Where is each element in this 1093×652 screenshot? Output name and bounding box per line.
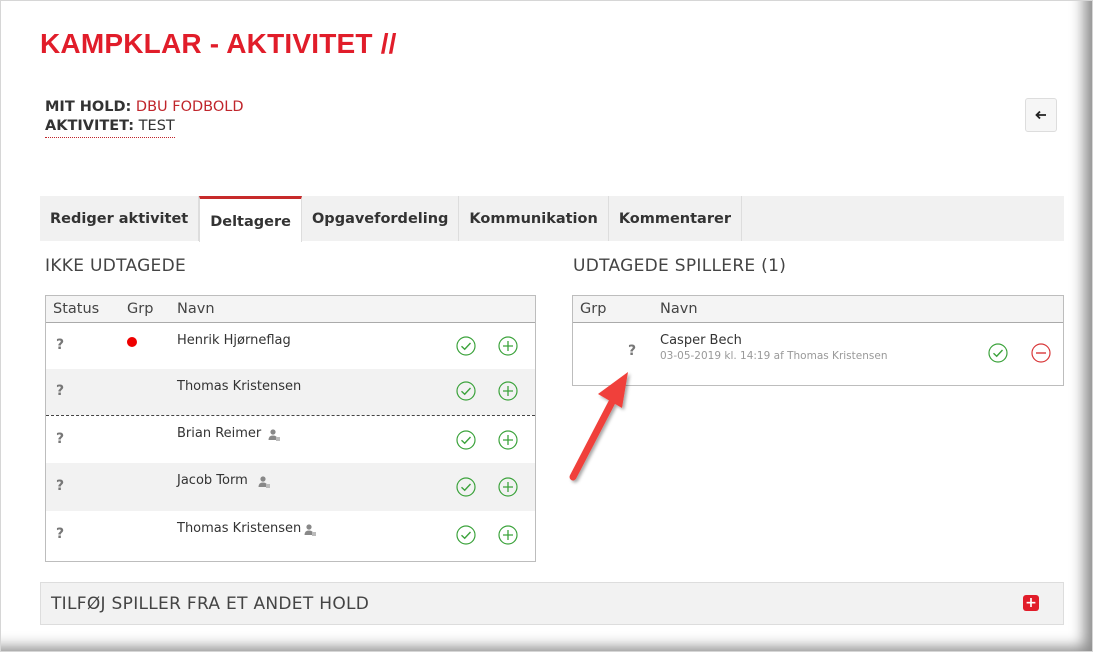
activity-info-row: AKTIVITET: TEST <box>45 117 175 138</box>
player-name: Casper Bech <box>660 333 742 348</box>
check-circle-icon[interactable] <box>456 336 476 356</box>
table-row: ? Thomas Kristensen <box>46 511 535 559</box>
player-name: Thomas Kristensen <box>177 521 302 536</box>
status-unknown-icon: ? <box>56 526 65 542</box>
player-name: Brian Reimer <box>177 426 262 441</box>
back-button[interactable] <box>1025 98 1057 132</box>
team-info-row: MIT HOLD: DBU FODBOLD <box>45 98 244 117</box>
not-selected-title: IKKE UDTAGEDE <box>45 256 187 276</box>
status-unknown-icon: ? <box>56 337 65 353</box>
activity-label: AKTIVITET: <box>45 118 135 134</box>
status-unknown-icon: ? <box>628 343 637 359</box>
tab-participants[interactable]: Deltagere <box>199 196 302 242</box>
status-column-header: Status <box>53 301 100 317</box>
add-circle-icon[interactable] <box>498 477 518 497</box>
team-value[interactable]: DBU FODBOLD <box>136 99 244 115</box>
tab-communication[interactable]: Kommunikation <box>459 196 609 241</box>
team-label: MIT HOLD: <box>45 99 132 115</box>
player-name: Jacob Torm <box>177 473 248 488</box>
player-name: Henrik Hjørneflag <box>177 333 291 348</box>
status-unknown-icon: ? <box>56 431 65 447</box>
player-name: Thomas Kristensen <box>177 379 302 394</box>
add-circle-icon[interactable] <box>498 381 518 401</box>
grp-column-header: Grp <box>127 301 154 317</box>
person-group-icon <box>304 524 316 536</box>
status-unknown-icon: ? <box>56 383 65 399</box>
activity-value: TEST <box>138 118 175 134</box>
add-circle-icon[interactable] <box>498 525 518 545</box>
annotation-arrow <box>569 372 628 481</box>
selection-timestamp: 03-05-2019 kl. 14:19 af Thomas Kristense… <box>660 350 888 362</box>
check-circle-icon[interactable] <box>456 381 476 401</box>
red-dot-icon <box>127 337 137 347</box>
tab-task-distribution[interactable]: Opgavefordeling <box>302 196 460 241</box>
selected-players-title: UDTAGEDE SPILLERE (1) <box>573 256 787 276</box>
add-circle-icon[interactable] <box>498 336 518 356</box>
name-column-header: Navn <box>660 301 698 317</box>
name-column-header: Navn <box>177 301 215 317</box>
selected-players-table: Grp Navn ? Casper Bech 03-05-2019 kl. 14… <box>572 295 1064 386</box>
check-circle-icon[interactable] <box>456 525 476 545</box>
table-row: ? Jacob Torm <box>46 463 535 511</box>
table-row: ? Thomas Kristensen <box>46 369 535 415</box>
remove-circle-icon[interactable] <box>1031 343 1051 363</box>
not-selected-table: Status Grp Navn ? Henrik Hjørneflag ? Th… <box>45 295 536 562</box>
add-circle-icon[interactable] <box>498 430 518 450</box>
plus-icon[interactable]: + <box>1023 595 1039 611</box>
add-player-label: TILFØJ SPILLER FRA ET ANDET HOLD <box>51 593 370 614</box>
table-header: Status Grp Navn <box>46 296 535 323</box>
person-group-icon <box>258 476 270 488</box>
table-row: ? Casper Bech 03-05-2019 kl. 14:19 af Th… <box>573 323 1063 385</box>
table-row: ? Henrik Hjørneflag <box>46 323 535 369</box>
check-circle-icon[interactable] <box>456 430 476 450</box>
arrow-left-icon <box>1035 110 1046 120</box>
tab-edit-activity[interactable]: Rediger aktivitet <box>40 196 200 241</box>
tab-comments[interactable]: Kommentarer <box>609 196 742 241</box>
check-circle-icon[interactable] <box>456 477 476 497</box>
status-unknown-icon: ? <box>56 478 65 494</box>
table-row: ? Brian Reimer <box>46 415 535 463</box>
tab-bar: Rediger aktivitet Deltagere Opgavefordel… <box>40 196 1064 242</box>
person-group-icon <box>268 429 280 441</box>
check-circle-icon[interactable] <box>988 343 1008 363</box>
grp-column-header: Grp <box>580 301 607 317</box>
table-header: Grp Navn <box>573 296 1063 323</box>
add-player-from-other-team-bar[interactable]: TILFØJ SPILLER FRA ET ANDET HOLD + <box>40 582 1064 625</box>
page-title: KAMPKLAR - AKTIVITET // <box>40 28 397 59</box>
activity-info: MIT HOLD: DBU FODBOLD AKTIVITET: TEST <box>45 98 244 138</box>
